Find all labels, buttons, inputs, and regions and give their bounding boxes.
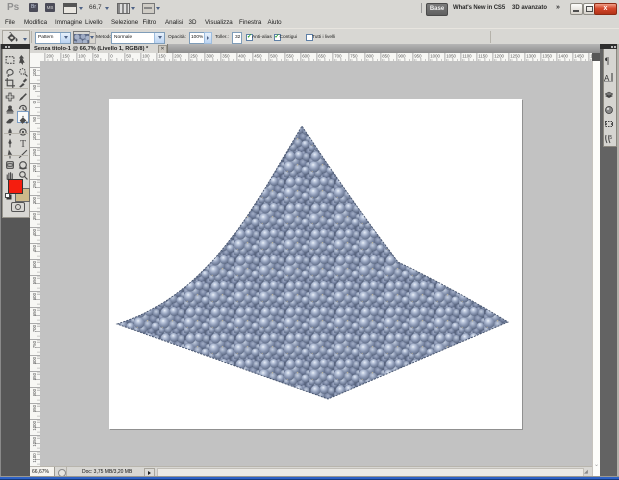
- svg-text:1150: 1150: [478, 54, 488, 59]
- svg-text:600: 600: [302, 54, 310, 59]
- svg-text:950: 950: [414, 54, 422, 59]
- svg-text:0: 0: [32, 100, 37, 103]
- svg-text:650: 650: [32, 308, 37, 316]
- svg-text:200: 200: [32, 164, 37, 172]
- svg-text:350: 350: [32, 212, 37, 220]
- svg-text:300: 300: [206, 54, 214, 59]
- svg-text:50: 50: [126, 54, 131, 59]
- svg-text:1450: 1450: [574, 54, 584, 59]
- svg-text:350: 350: [222, 54, 230, 59]
- svg-text:1100: 1100: [32, 453, 37, 463]
- svg-text:450: 450: [254, 54, 262, 59]
- svg-text:300: 300: [32, 196, 37, 204]
- svg-text:200: 200: [46, 54, 54, 59]
- svg-text:50: 50: [32, 116, 37, 121]
- svg-text:50: 50: [32, 84, 37, 89]
- svg-text:100: 100: [142, 54, 150, 59]
- svg-text:1200: 1200: [494, 54, 504, 59]
- svg-text:1000: 1000: [32, 420, 37, 430]
- svg-text:250: 250: [190, 54, 198, 59]
- svg-text:1400: 1400: [558, 54, 568, 59]
- svg-text:500: 500: [270, 54, 278, 59]
- svg-text:1350: 1350: [542, 54, 552, 59]
- svg-text:450: 450: [32, 244, 37, 252]
- svg-text:800: 800: [32, 356, 37, 364]
- svg-text:850: 850: [32, 372, 37, 380]
- svg-text:850: 850: [382, 54, 390, 59]
- svg-text:100: 100: [32, 68, 37, 76]
- svg-text:800: 800: [366, 54, 374, 59]
- svg-text:1000: 1000: [430, 54, 440, 59]
- svg-text:200: 200: [174, 54, 182, 59]
- svg-text:400: 400: [32, 228, 37, 236]
- svg-text:550: 550: [32, 276, 37, 284]
- svg-text:0: 0: [110, 54, 113, 59]
- svg-text:550: 550: [286, 54, 294, 59]
- svg-text:400: 400: [238, 54, 246, 59]
- svg-text:700: 700: [334, 54, 342, 59]
- svg-text:950: 950: [32, 404, 37, 412]
- svg-text:1100: 1100: [462, 54, 472, 59]
- svg-text:1300: 1300: [526, 54, 536, 59]
- svg-text:650: 650: [318, 54, 326, 59]
- svg-text:1050: 1050: [32, 436, 37, 446]
- svg-text:900: 900: [398, 54, 406, 59]
- svg-text:50: 50: [94, 54, 99, 59]
- svg-text:150: 150: [158, 54, 166, 59]
- svg-text:100: 100: [78, 54, 86, 59]
- svg-text:150: 150: [32, 148, 37, 156]
- svg-text:5: 5: [610, 135, 613, 141]
- svg-text:¶: ¶: [605, 56, 609, 65]
- svg-text:700: 700: [32, 324, 37, 332]
- svg-text:500: 500: [32, 260, 37, 268]
- svg-text:900: 900: [32, 388, 37, 396]
- svg-text:1250: 1250: [510, 54, 520, 59]
- svg-text:600: 600: [32, 292, 37, 300]
- svg-text:250: 250: [32, 180, 37, 188]
- svg-text:750: 750: [350, 54, 358, 59]
- svg-text:750: 750: [32, 340, 37, 348]
- svg-text:1050: 1050: [446, 54, 456, 59]
- svg-text:100: 100: [32, 132, 37, 140]
- svg-text:150: 150: [62, 54, 70, 59]
- svg-text:1500: 1500: [590, 54, 592, 59]
